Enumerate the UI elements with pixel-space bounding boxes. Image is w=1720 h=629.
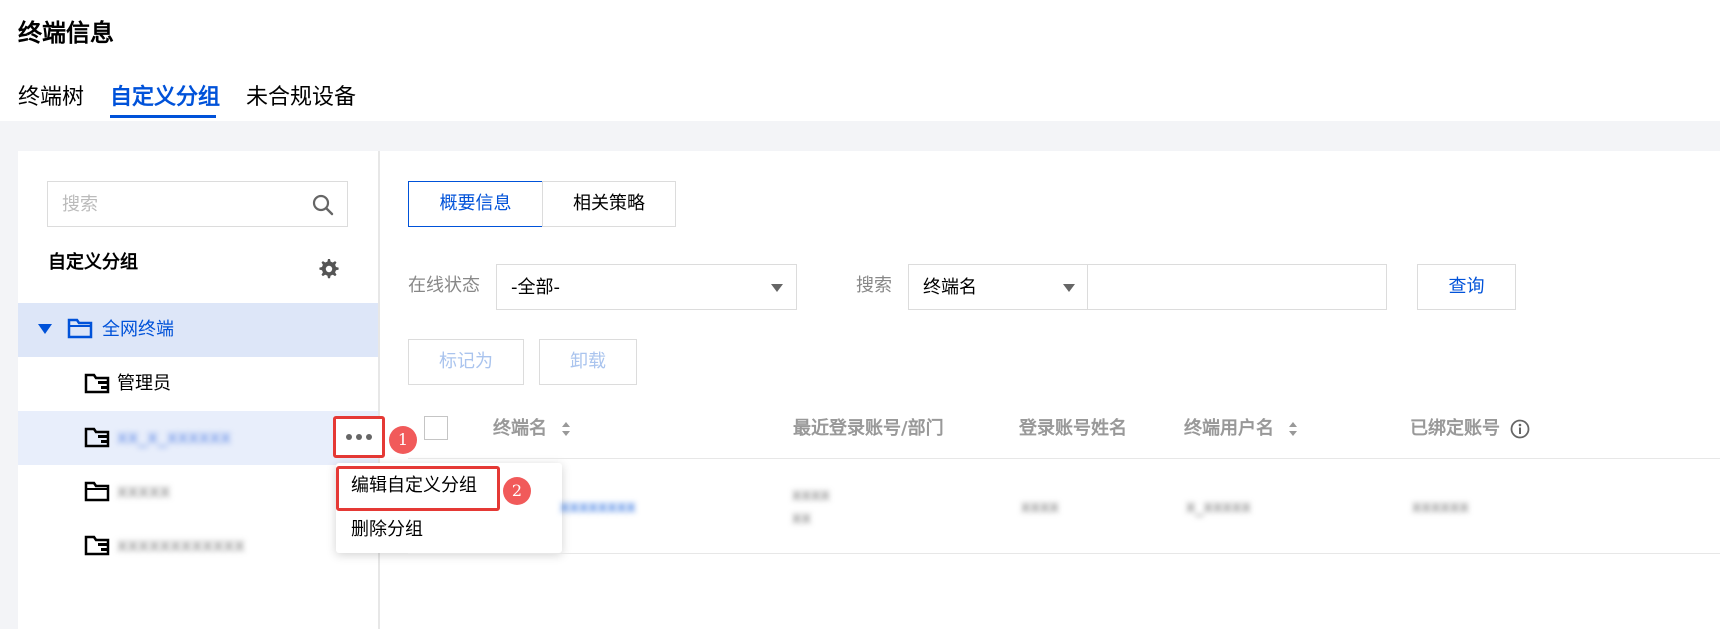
tree-item-all-terminals[interactable]: 全网终端 (18, 303, 378, 357)
cell-terminal-name[interactable]: xxxxxxxx (560, 496, 636, 518)
gear-icon[interactable] (316, 257, 340, 281)
chevron-down-icon (771, 284, 783, 292)
info-icon[interactable] (1510, 419, 1530, 439)
caret-down-icon[interactable] (37, 323, 53, 335)
edit-group-highlight (336, 466, 500, 511)
select-all-checkbox[interactable] (424, 416, 448, 440)
more-options-button[interactable] (333, 416, 385, 458)
step-badge-1: 1 (389, 426, 417, 454)
column-header-label: 终端名 (493, 418, 547, 439)
chevron-down-icon (1063, 284, 1075, 292)
column-header-account-name: 登录账号姓名 (1019, 418, 1127, 439)
column-header-terminal-name[interactable]: 终端名 (493, 416, 571, 442)
online-status-select[interactable]: -全部- (496, 264, 797, 310)
tree-item-label: 管理员 (117, 373, 171, 394)
folder-open-icon (67, 318, 93, 339)
step-badge-2: 2 (503, 477, 531, 505)
tab-noncompliant-devices[interactable]: 未合规设备 (246, 83, 356, 113)
sort-icon[interactable] (1288, 421, 1298, 437)
search-field-select[interactable]: 终端名 (908, 264, 1088, 310)
online-status-label: 在线状态 (408, 275, 480, 296)
more-dots-icon (346, 434, 372, 440)
uninstall-button[interactable]: 卸载 (539, 339, 637, 385)
sidebar-search-input[interactable] (62, 192, 302, 216)
search-icon[interactable] (311, 193, 335, 217)
table-header-divider (408, 458, 1720, 459)
tree-item-label: xxxxxxxxxxxx (117, 535, 245, 556)
cell-account-name: xxxx (1021, 497, 1059, 516)
menu-item-delete-group[interactable]: 删除分组 (351, 517, 423, 543)
sort-icon[interactable] (561, 421, 571, 437)
tree-item-group[interactable]: xx_x_xxxxxx (18, 411, 378, 465)
tree-item-admins[interactable]: 管理员 (18, 357, 378, 411)
cell-bound-account: xxxxxx (1412, 497, 1469, 516)
search-field-value: 终端名 (923, 277, 977, 298)
folder-icon (84, 481, 110, 502)
cell-terminal-user: x_xxxxx (1186, 497, 1251, 516)
tree-item-label: xx_x_xxxxxx (117, 427, 231, 448)
tree-item-label: 全网终端 (102, 319, 174, 340)
column-header-label: 已绑定账号 (1410, 418, 1500, 439)
folder-group-icon (84, 427, 110, 448)
cell-department: xx (792, 508, 811, 527)
table-row-divider (408, 553, 1720, 554)
column-header-recent-account: 最近登录账号/部门 (793, 418, 944, 439)
sidebar-search (47, 181, 348, 227)
tab-terminal-tree[interactable]: 终端树 (18, 83, 84, 113)
tree-item-label: xxxxx (117, 481, 171, 502)
tree-item-group[interactable]: xxxxx (18, 465, 378, 519)
folder-group-icon (84, 373, 110, 394)
online-status-value: -全部- (511, 277, 560, 298)
column-header-terminal-user[interactable]: 终端用户名 (1184, 416, 1298, 442)
folder-group-icon (84, 535, 110, 556)
custom-group-heading: 自定义分组 (48, 252, 138, 273)
tab-overview[interactable]: 概要信息 (408, 181, 543, 227)
mark-as-button[interactable]: 标记为 (408, 339, 524, 385)
tab-custom-group[interactable]: 自定义分组 (110, 83, 220, 113)
search-value-input[interactable] (1087, 264, 1387, 310)
page-header: 终端信息 终端树 自定义分组 未合规设备 (0, 0, 1720, 121)
column-header-label: 终端用户名 (1184, 418, 1274, 439)
active-tab-indicator (110, 115, 216, 118)
query-button[interactable]: 查询 (1417, 264, 1516, 310)
page-title: 终端信息 (18, 19, 114, 47)
tab-related-policies[interactable]: 相关策略 (542, 181, 676, 227)
column-header-bound-account: 已绑定账号 (1410, 416, 1530, 442)
tree-item-group[interactable]: xxxxxxxxxxxx (18, 519, 378, 573)
cell-recent-account: xxxx (792, 485, 830, 504)
search-label: 搜索 (856, 275, 892, 296)
